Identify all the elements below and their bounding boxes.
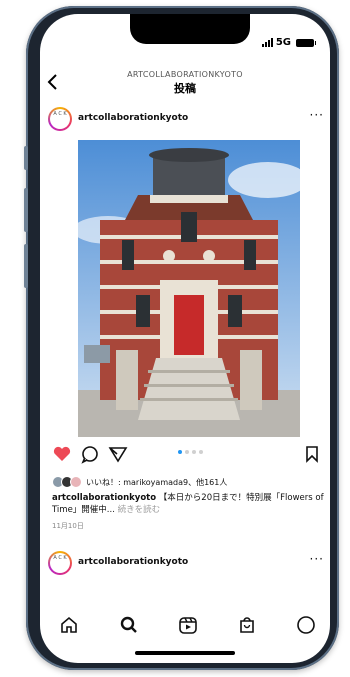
profile-icon[interactable]: [295, 614, 317, 636]
avatar[interactable]: A C K: [48, 551, 72, 575]
bottom-tab-bar: [40, 612, 330, 642]
next-post-author-row[interactable]: A C K artcollaborationkyoto ···: [46, 550, 326, 580]
reels-icon[interactable]: [177, 614, 199, 636]
bookmark-icon[interactable]: [302, 444, 322, 464]
network-label: 5G: [275, 37, 291, 48]
post-actions: [40, 444, 330, 466]
likes-text: いいね！: marikoyamada9、他161人: [86, 477, 228, 487]
share-send-icon[interactable]: [108, 444, 128, 464]
avatar-logo-text: A C K: [50, 553, 70, 573]
screen: 5G ARTCOLLABORATIONKYOTO 投稿 A C K artcol…: [40, 14, 330, 663]
battery-icon: [296, 38, 316, 47]
post-date: 11月10日: [52, 522, 84, 530]
post-author-row[interactable]: A C K artcollaborationkyoto ···: [46, 106, 326, 136]
search-icon[interactable]: [118, 614, 140, 636]
home-indicator: [135, 651, 235, 655]
likes-row[interactable]: いいね！: marikoyamada9、他161人: [52, 476, 227, 488]
side-button: [24, 146, 28, 170]
signal-icon: [261, 38, 273, 47]
page-title: 投稿: [174, 82, 196, 95]
carousel-dot: [185, 450, 189, 454]
post-username[interactable]: artcollaborationkyoto: [78, 113, 188, 123]
side-button: [24, 188, 28, 232]
avatar-logo-text: A C K: [50, 109, 70, 129]
avatar[interactable]: A C K: [48, 107, 72, 131]
carousel-dots: [178, 450, 203, 454]
post-header: ARTCOLLABORATIONKYOTO 投稿: [40, 64, 330, 104]
carousel-dot: [199, 450, 203, 454]
side-button: [24, 244, 28, 288]
more-options-icon[interactable]: ···: [310, 108, 324, 122]
post-caption[interactable]: artcollaborationkyoto 【本日から20日まで！特別展「Flo…: [52, 492, 324, 516]
read-more-link[interactable]: 続きを読む: [118, 505, 161, 515]
header-subtitle: ARTCOLLABORATIONKYOTO: [127, 70, 243, 79]
caption-username[interactable]: artcollaborationkyoto: [52, 493, 156, 503]
more-options-icon[interactable]: ···: [310, 552, 324, 566]
comment-icon[interactable]: [80, 444, 100, 464]
carousel-dot: [192, 450, 196, 454]
next-post-username[interactable]: artcollaborationkyoto: [78, 557, 188, 567]
liker-avatar: [70, 476, 82, 488]
like-heart-icon[interactable]: [52, 444, 72, 464]
post-photo[interactable]: [78, 140, 300, 437]
home-icon[interactable]: [58, 614, 80, 636]
shop-icon[interactable]: [236, 614, 258, 636]
notch: [130, 14, 250, 44]
status-bar: 5G: [261, 37, 316, 48]
carousel-dot-active: [178, 450, 182, 454]
